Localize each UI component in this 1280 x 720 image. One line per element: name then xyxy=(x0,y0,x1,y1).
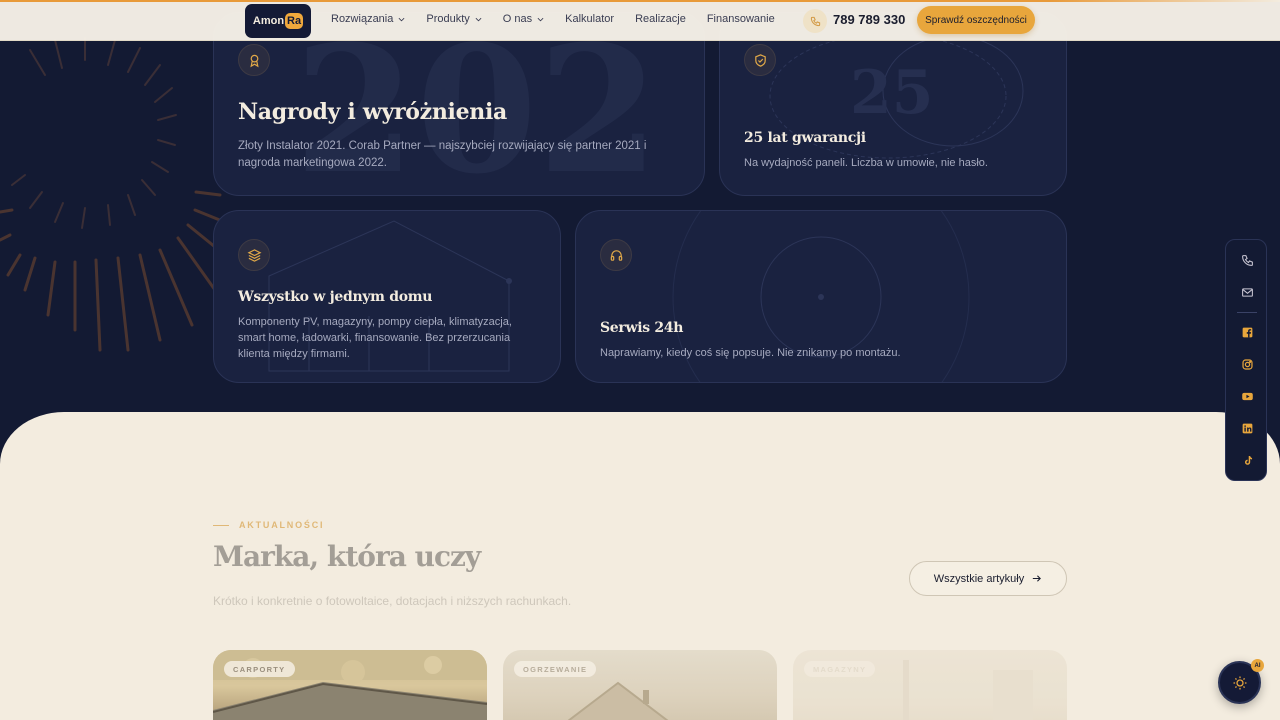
article-card[interactable]: CARPORTY xyxy=(213,650,487,720)
arrow-right-icon xyxy=(1033,575,1042,582)
shield-check-icon xyxy=(744,44,776,76)
nav-item-produkty[interactable]: Produkty xyxy=(426,13,482,25)
nav-item-finansowanie[interactable]: Finansowanie xyxy=(707,13,775,25)
home-text: Komponenty PV, magazyny, pompy ciepła, k… xyxy=(238,316,512,360)
news-subtitle: Krótko i konkretnie o fotowoltaice, dota… xyxy=(213,594,572,608)
article-card[interactable]: MAGAZYNY xyxy=(793,650,1067,720)
features-section: 202 Nagrody i wyróżnienia Złoty Instalat… xyxy=(0,0,1280,470)
nav-item-o-nas[interactable]: O nas xyxy=(503,13,544,25)
linkedin-icon[interactable] xyxy=(1239,420,1255,436)
phone-number[interactable]: 789 789 330 xyxy=(833,12,905,27)
sun-icon xyxy=(1233,676,1246,689)
logo-mark: Ra xyxy=(285,13,304,29)
phone-icon[interactable] xyxy=(803,9,827,33)
service-title: Serwis 24h xyxy=(600,320,684,336)
instagram-icon[interactable] xyxy=(1239,356,1255,372)
nav-label: Finansowanie xyxy=(706,13,775,25)
awards-text: Złoty Instalator 2021. Corab Partner — n… xyxy=(238,140,647,169)
site-header: Amon Ra Rozwiązania Produkty O nas Kalku… xyxy=(0,2,1280,41)
chevron-down-icon xyxy=(475,17,482,21)
nav-label: Produkty xyxy=(426,13,470,25)
all-articles-button[interactable]: Wszystkie artykuły xyxy=(909,561,1067,596)
social-divider xyxy=(1237,312,1257,313)
award-icon xyxy=(238,44,270,76)
home-title: Wszystko w jednym domu xyxy=(238,289,433,305)
headset-icon xyxy=(600,239,632,271)
article-tag: OGRZEWANIE xyxy=(514,661,597,677)
nav-label: O nas xyxy=(502,13,533,25)
article-card[interactable]: OGRZEWANIE xyxy=(503,650,777,720)
nav-label: Realizacje xyxy=(635,13,686,25)
article-tag: MAGAZYNY xyxy=(804,661,876,677)
nav-item-kalkulator[interactable]: Kalkulator xyxy=(565,13,614,25)
social-sidebar xyxy=(1225,239,1267,481)
mail-icon[interactable] xyxy=(1239,284,1255,300)
tiktok-icon[interactable] xyxy=(1239,452,1255,468)
phone-icon[interactable] xyxy=(1239,252,1255,268)
article-tag: CARPORTY xyxy=(224,661,295,677)
warranty-text: Na wydajność paneli. Liczba w umowie, ni… xyxy=(744,157,988,169)
news-title: Marka, która uczy xyxy=(213,540,481,573)
layers-icon xyxy=(238,239,270,271)
service-text: Naprawiamy, kiedy coś się popsuje. Nie z… xyxy=(600,347,901,359)
nav-item-rozwiazania[interactable]: Rozwiązania xyxy=(331,13,405,25)
ai-badge: AI xyxy=(1251,659,1264,672)
nav-label: Kalkulator xyxy=(565,13,615,25)
logo-text: Amon xyxy=(252,15,285,27)
youtube-icon[interactable] xyxy=(1239,388,1255,404)
nav-item-realizacje[interactable]: Realizacje xyxy=(635,13,686,25)
facebook-icon[interactable] xyxy=(1239,324,1255,340)
news-eyebrow: AKTUALNOŚCI xyxy=(213,520,324,530)
progress-line xyxy=(0,0,1280,2)
logo[interactable]: Amon Ra xyxy=(245,4,311,38)
savings-cta-button[interactable]: Sprawdź oszczędności xyxy=(917,6,1035,34)
nav-label: Rozwiązania xyxy=(331,13,394,25)
warranty-title: 25 lat gwarancji xyxy=(744,130,866,146)
eyebrow-line xyxy=(213,524,229,526)
eyebrow-text: AKTUALNOŚCI xyxy=(239,520,325,530)
awards-title: Nagrody i wyróżnienia xyxy=(238,99,507,125)
warranty-decoration xyxy=(769,33,1024,159)
feature-card-home: Wszystko w jednym domu Komponenty PV, ma… xyxy=(213,210,561,383)
feature-card-service: Serwis 24h Naprawiamy, kiedy coś się pop… xyxy=(575,210,1067,383)
chevron-down-icon xyxy=(537,17,544,21)
chevron-down-icon xyxy=(398,17,405,21)
all-articles-label: Wszystkie artykuły xyxy=(933,572,1025,585)
main-nav: Rozwiązania Produkty O nas Kalkulator Re… xyxy=(331,13,796,25)
